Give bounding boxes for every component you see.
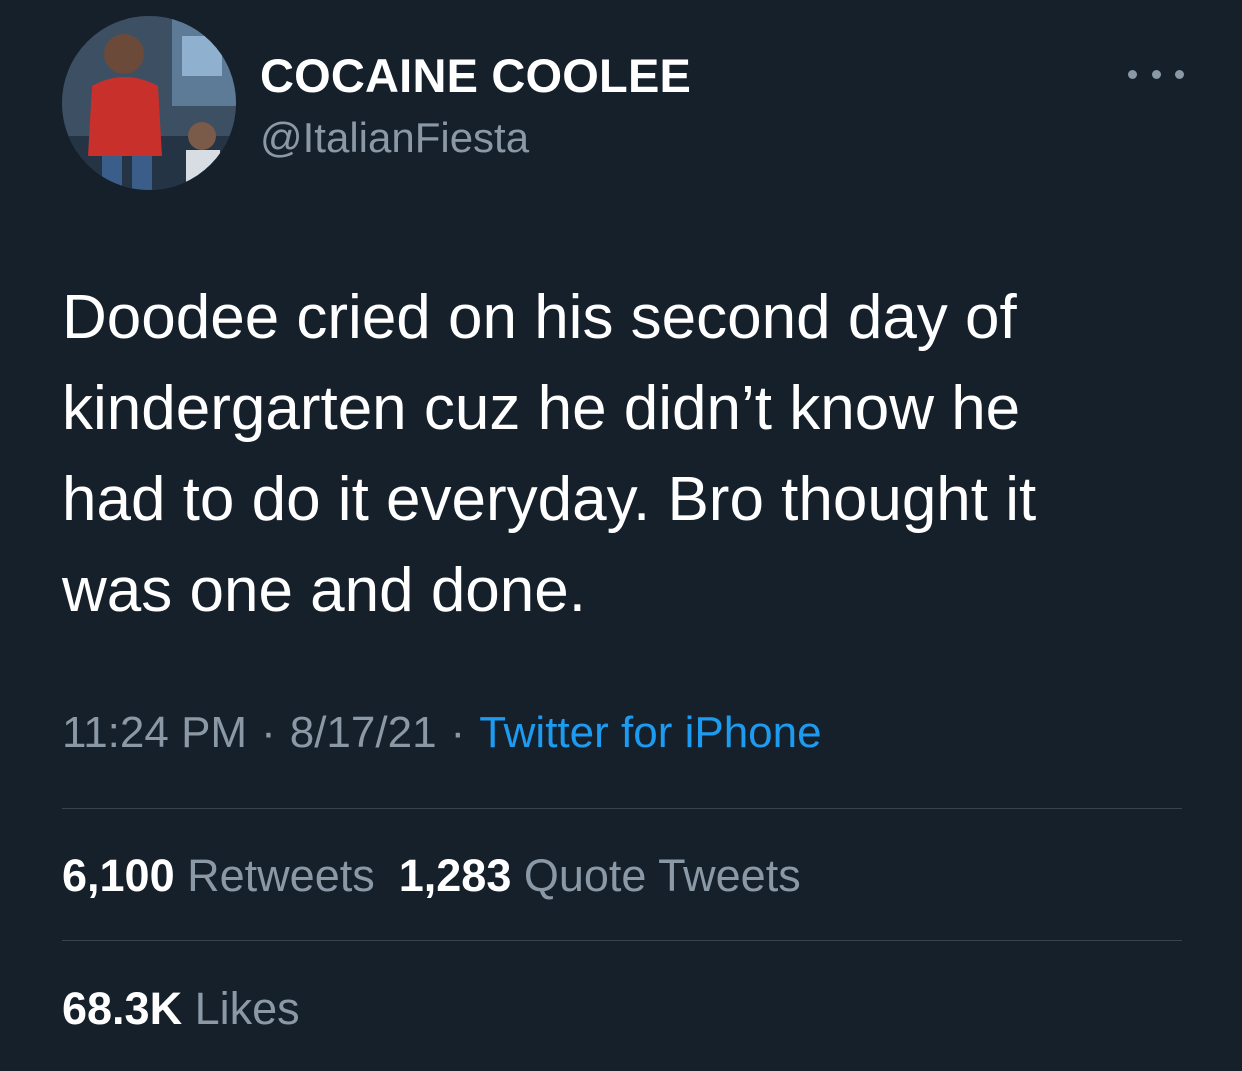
tweet-date[interactable]: 8/17/21 [290,708,437,757]
author-handle[interactable]: @ItalianFiesta [260,114,529,162]
likes-label: Likes [194,983,300,1034]
profile-photo [62,16,236,190]
more-horizontal-icon-dot [1151,69,1161,79]
tweet-text-line: Doodee cried on his second day of [62,283,1017,352]
engagement-row: 6,100 Retweets 1,283 Quote Tweets [62,850,801,902]
quote-tweets-count: 1,283 [398,850,512,901]
tweet-text-line: was one and done. [62,556,586,625]
likes-stat[interactable]: 68.3K Likes [62,983,300,1034]
tweet-text-line: kindergarten cuz he didn’t know he [62,374,1021,443]
tweet-text-line: had to do it everyday. Bro thought it [62,465,1037,534]
tweet-detail: COCAINE COOLEE @ItalianFiesta Doodee cri… [0,0,1242,1071]
retweets-stat[interactable]: 6,100 Retweets [62,850,375,901]
retweets-label: Retweets [187,850,375,901]
more-options-button[interactable] [1128,56,1184,92]
tweet-source-link[interactable]: Twitter for iPhone [479,708,821,757]
tweet-metadata: 11:24 PM · 8/17/21 · Twitter for iPhone [62,708,822,758]
tweet-text: Doodee cried on his second day of kinder… [62,272,1192,636]
retweets-count: 6,100 [62,850,175,901]
author-display-name[interactable]: COCAINE COOLEE [260,48,691,103]
likes-count: 68.3K [62,983,183,1034]
tweet-time[interactable]: 11:24 PM [62,708,247,757]
more-horizontal-icon-dot [1175,69,1184,79]
quote-tweets-stat[interactable]: 1,283 Quote Tweets [399,850,801,901]
meta-separator: · [450,708,466,757]
avatar[interactable] [62,16,236,190]
more-horizontal-icon [1128,69,1137,79]
meta-separator: · [261,708,276,757]
divider [62,940,1182,941]
divider [62,808,1182,809]
likes-row: 68.3K Likes [62,983,300,1035]
quote-tweets-label: Quote Tweets [523,850,801,901]
